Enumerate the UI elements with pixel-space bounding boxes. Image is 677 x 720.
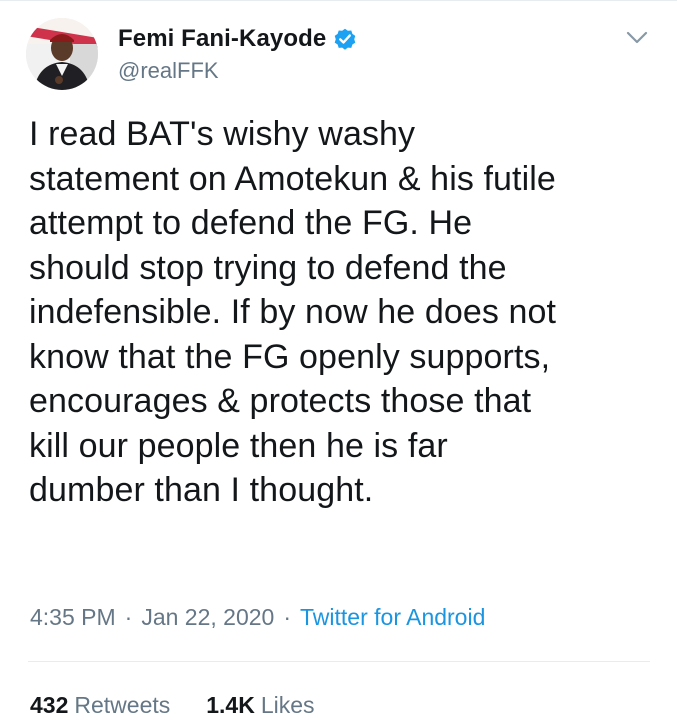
chevron-down-icon[interactable]: [623, 26, 651, 50]
likes-label: Likes: [260, 692, 315, 718]
display-name[interactable]: Femi Fani-Kayode: [118, 25, 326, 53]
tweet-time[interactable]: 4:35 PM: [30, 604, 116, 631]
tweet-date[interactable]: Jan 22, 2020: [141, 604, 274, 631]
retweets-label: Retweets: [74, 692, 171, 718]
name-row: Femi Fani-Kayode: [118, 22, 358, 56]
top-border: [0, 0, 677, 1]
likes-count: 1.4K: [206, 692, 255, 718]
separator: ·: [283, 604, 292, 630]
retweets-count: 432: [30, 692, 69, 718]
tweet-text: I read BAT's wishy washy statement on Am…: [29, 115, 557, 509]
retweets-stat[interactable]: 432 Retweets: [30, 692, 170, 719]
verified-badge-icon: [332, 26, 358, 52]
handle[interactable]: @realFFK: [118, 58, 358, 84]
avatar[interactable]: [26, 18, 98, 90]
likes-stat[interactable]: 1.4K Likes: [206, 692, 314, 719]
tweet-source-link[interactable]: Twitter for Android: [300, 604, 485, 631]
tweet-meta: 4:35 PM · Jan 22, 2020 · Twitter for And…: [30, 604, 485, 631]
author-info: Femi Fani-Kayode @realFFK: [118, 22, 358, 84]
divider: [28, 661, 650, 662]
separator: ·: [124, 604, 133, 630]
tweet-stats: 432 Retweets 1.4K Likes: [30, 692, 351, 719]
tweet-header: Femi Fani-Kayode @realFFK: [26, 18, 651, 92]
